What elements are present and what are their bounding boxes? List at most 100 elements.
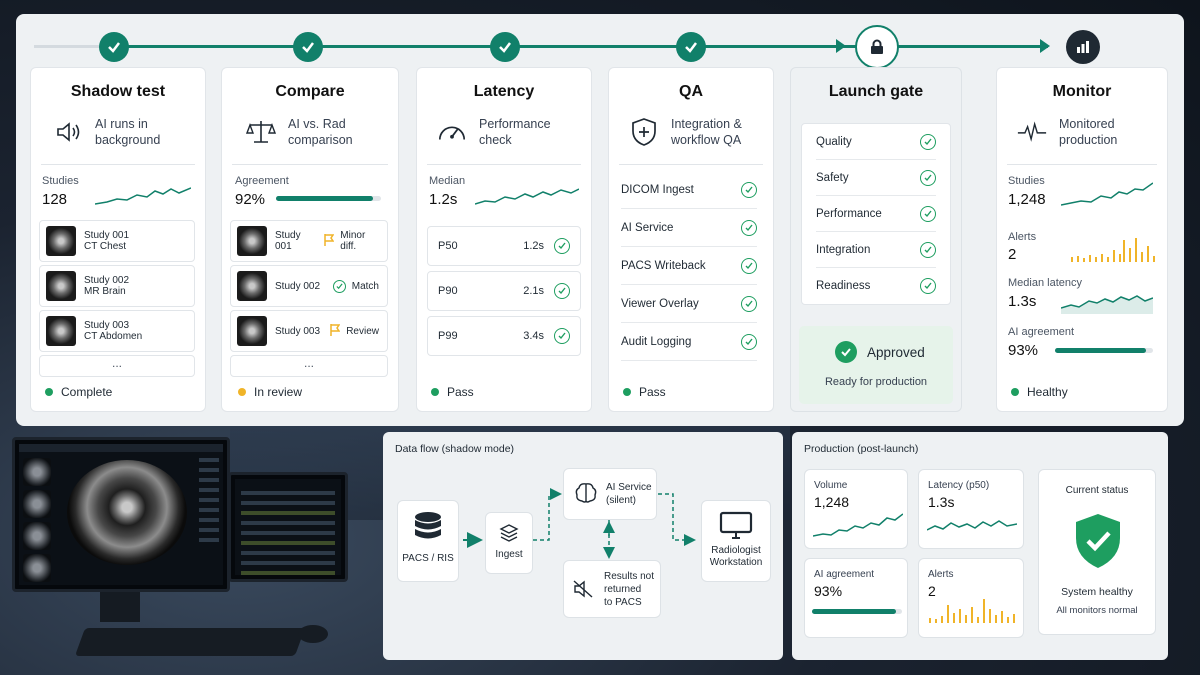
- ct-abdomen-thumbnail: [46, 316, 76, 346]
- qa-item: AI Service: [621, 209, 757, 247]
- brain-thumbnail: [237, 226, 267, 256]
- ct-scan-image: [67, 460, 187, 565]
- study-row[interactable]: Study 001 CT Chest: [39, 220, 195, 262]
- brain-thumbnail: [237, 271, 267, 301]
- dataflow-panel: Data flow (shadow mode) PACS / RIS Inges…: [383, 432, 783, 660]
- monitor-card[interactable]: Monitor Monitored production Studies 1,24…: [996, 67, 1168, 412]
- metric-value: 128: [42, 191, 68, 208]
- latency-p50-card[interactable]: Latency (p50) 1.3s: [918, 469, 1024, 549]
- metric-value: 1.2s: [429, 191, 458, 208]
- step-qa-check-icon[interactable]: [676, 32, 706, 62]
- ct-chest-thumbnail: [46, 226, 76, 256]
- check-icon: [741, 333, 757, 350]
- latency-sparkline: [1061, 295, 1153, 314]
- approved-check-icon: [835, 341, 857, 363]
- agreement-bar: [812, 609, 902, 614]
- check-icon: [920, 169, 936, 186]
- study-row[interactable]: Study 002 Match: [230, 265, 388, 307]
- gate-item: Readiness: [816, 268, 936, 304]
- mr-brain-thumbnail: [46, 271, 76, 301]
- check-icon: [741, 181, 757, 198]
- muted-speaker-icon: [572, 579, 594, 602]
- brain-thumbnail: [237, 316, 267, 346]
- metric-value: 1,248: [1008, 191, 1046, 208]
- volume-card[interactable]: Volume 1,248: [804, 469, 908, 549]
- more-button[interactable]: ...: [230, 355, 388, 377]
- shield-check-icon: [1073, 512, 1123, 575]
- status-badge: In review: [238, 385, 302, 399]
- progress-track-pending: [912, 45, 1048, 48]
- flag-icon: [330, 323, 341, 339]
- metric-label: Studies: [1008, 175, 1045, 187]
- metric-value: 1.3s: [1008, 293, 1037, 310]
- card-title: QA: [679, 83, 703, 100]
- metric-label: AI agreement: [1008, 326, 1075, 338]
- alerts-bars: [929, 599, 1015, 623]
- step-latency-check-icon[interactable]: [490, 32, 520, 62]
- card-title: Shadow test: [70, 83, 166, 100]
- scales-icon: [246, 117, 276, 147]
- step-compare-check-icon[interactable]: [293, 32, 323, 62]
- compare-card[interactable]: Compare AI vs. Rad comparison Agreement 9…: [221, 67, 399, 412]
- studies-sparkline: [1061, 182, 1153, 206]
- flag-icon: [324, 233, 335, 249]
- step-gate-lock-icon[interactable]: [855, 25, 899, 69]
- volume-sparkline: [813, 513, 903, 537]
- speaker-icon: [53, 117, 83, 147]
- studies-sparkline: [95, 187, 191, 205]
- qa-item: Audit Logging: [621, 323, 757, 361]
- metric-label: Median: [429, 175, 466, 187]
- shadow-test-card[interactable]: Shadow test AI runs in background Studies…: [30, 67, 206, 412]
- ai-agreement-card[interactable]: AI agreement 93%: [804, 558, 908, 638]
- qa-item: Viewer Overlay: [621, 285, 757, 323]
- heartbeat-icon: [1017, 117, 1047, 147]
- gauge-icon: [437, 117, 467, 147]
- status-badge: Healthy: [1011, 385, 1068, 399]
- workstation-monitor: [12, 437, 230, 592]
- workstation-node[interactable]: Radiologist Workstation: [701, 500, 771, 582]
- card-title: Compare: [275, 83, 345, 100]
- study-row[interactable]: Study 003 CT Abdomen: [39, 310, 195, 352]
- production-panel: Production (post-launch) Volume 1,248 La…: [792, 432, 1168, 660]
- gate-item: Integration: [816, 232, 936, 268]
- check-icon: [741, 295, 757, 312]
- mouse: [298, 625, 328, 643]
- gate-item: Performance: [816, 196, 936, 232]
- percentile-row: P50 1.2s: [427, 226, 581, 266]
- alerts-bars: [1071, 238, 1155, 262]
- step-shadow-check-icon[interactable]: [99, 32, 129, 62]
- results-not-returned-node: Results not returned to PACS: [563, 560, 661, 618]
- study-row[interactable]: Study 002 MR Brain: [39, 265, 195, 307]
- qa-card[interactable]: QA Integration & workflow QA DICOM Ingest…: [608, 67, 774, 412]
- check-icon: [741, 257, 757, 274]
- metric-label: Median latency: [1008, 277, 1082, 289]
- keyboard: [74, 628, 306, 656]
- secondary-monitor: [228, 472, 348, 582]
- step-monitor-chart-icon[interactable]: [1066, 30, 1100, 64]
- status-badge: Complete: [45, 385, 112, 399]
- metric-value: 92%: [235, 191, 266, 208]
- latency-sparkline: [475, 188, 579, 205]
- percentile-row: P99 3.4s: [427, 316, 581, 356]
- agreement-bar: [1055, 348, 1153, 353]
- qa-item: DICOM Ingest: [621, 171, 757, 209]
- check-icon: [920, 278, 936, 294]
- ai-service-node[interactable]: AI Service (silent): [563, 468, 657, 520]
- latency-sparkline: [927, 520, 1017, 531]
- study-row[interactable]: Study 001 Minor diff.: [230, 220, 388, 262]
- study-row[interactable]: Study 003 Review: [230, 310, 388, 352]
- alerts-card[interactable]: Alerts 2: [918, 558, 1024, 638]
- pacs-ris-node[interactable]: PACS / RIS: [397, 500, 459, 582]
- layers-icon: [486, 523, 532, 543]
- monitor-stand: [100, 592, 140, 622]
- database-icon: [398, 511, 458, 545]
- metric-value: 2: [1008, 246, 1017, 263]
- percentile-row: P90 2.1s: [427, 271, 581, 311]
- check-icon: [741, 219, 757, 236]
- current-status-card[interactable]: Current status System healthy All monito…: [1038, 469, 1156, 635]
- latency-card[interactable]: Latency Performance check Median 1.2s P50…: [416, 67, 592, 412]
- launch-gate-card[interactable]: Launch gate Quality Safety Performance I…: [790, 67, 962, 412]
- ingest-node[interactable]: Ingest: [485, 512, 533, 574]
- status-badge: Pass: [623, 385, 666, 399]
- more-button[interactable]: ...: [39, 355, 195, 377]
